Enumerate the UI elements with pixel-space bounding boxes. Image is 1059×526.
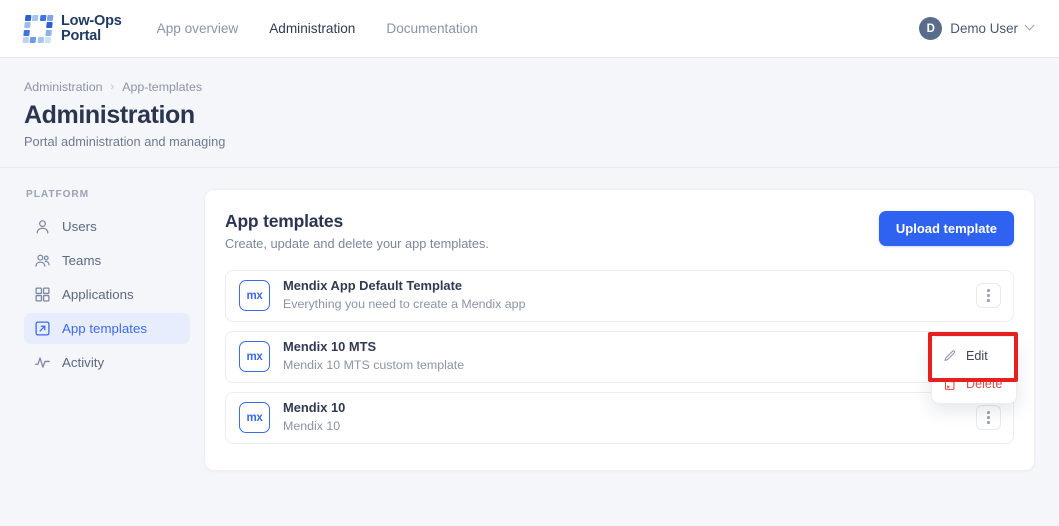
users-icon [35, 254, 50, 267]
card-header: App templates Create, update and delete … [225, 210, 1014, 251]
brand-logo[interactable]: Low-Ops Portal [22, 12, 122, 44]
page-subtitle: Portal administration and managing [24, 133, 226, 149]
template-name: Mendix 10 MTS [283, 339, 377, 355]
page-body: PLATFORM Users Teams Applications App te… [0, 168, 1059, 526]
template-list: mx Mendix App Default Template Everythin… [225, 269, 1014, 444]
template-name: Mendix App Default Template [283, 278, 463, 294]
activity-icon [35, 356, 50, 368]
template-row-mendix-10[interactable]: mx Mendix 10 Mendix 10 [225, 391, 1014, 444]
template-info: Mendix App Default Template Everything y… [283, 278, 525, 313]
sidebar-item-label-app-templates: App templates [62, 320, 148, 336]
user-icon [36, 219, 49, 233]
brand-line-1: Low-Ops [61, 12, 122, 29]
mendix-badge-icon: mx [239, 402, 270, 433]
sidebar-item-label-activity: Activity [62, 354, 105, 370]
brand-name: Low-Ops Portal [61, 12, 122, 44]
sidebar: PLATFORM Users Teams Applications App te… [0, 168, 202, 526]
template-row-mendix-app-default[interactable]: mx Mendix App Default Template Everythin… [225, 269, 1014, 322]
context-menu-item-delete[interactable]: Delete [932, 370, 1016, 398]
sidebar-item-label-users: Users [62, 218, 97, 234]
page-header: Administration › App-templates Administr… [0, 58, 1059, 168]
sidebar-item-label-applications: Applications [62, 286, 134, 302]
top-navigation-bar: Low-Ops Portal App overview Administrati… [0, 0, 1059, 58]
nav-link-app-overview[interactable]: App overview [156, 17, 240, 40]
sidebar-item-app-templates[interactable]: App templates [24, 312, 190, 344]
kebab-menu-icon[interactable] [976, 283, 1001, 308]
upload-template-button[interactable]: Upload template [878, 210, 1014, 246]
card-title: App templates [225, 210, 343, 231]
context-menu-item-edit[interactable]: Edit [932, 342, 1016, 370]
template-description: Mendix 10 MTS custom template [283, 358, 465, 373]
context-menu-label-delete: Delete [966, 377, 1003, 391]
chevron-down-icon [1026, 22, 1035, 31]
avatar: D [919, 17, 943, 40]
template-description: Everything you need to create a Mendix a… [283, 297, 526, 312]
breadcrumb-separator-icon: › [110, 81, 115, 93]
template-row-mendix-10-mts[interactable]: mx Mendix 10 MTS Mendix 10 MTS custom te… [225, 330, 1014, 383]
row-context-menu: Edit Delete [931, 336, 1017, 404]
brand-line-2: Portal [61, 27, 101, 44]
low-ops-logo-icon [22, 14, 54, 43]
mendix-badge-icon: mx [239, 341, 270, 372]
template-description: Mendix 10 [283, 419, 341, 434]
breadcrumb: Administration › App-templates [24, 80, 1035, 94]
grid-icon [35, 286, 50, 302]
sidebar-item-label-teams: Teams [62, 252, 102, 268]
kebab-menu-icon[interactable] [976, 405, 1001, 430]
nav-link-documentation[interactable]: Documentation [385, 17, 478, 40]
template-icon [35, 320, 50, 336]
primary-nav-links: App overview Administration Documentatio… [156, 17, 479, 40]
context-menu-label-edit: Edit [966, 349, 988, 363]
template-info: Mendix 10 Mendix 10 [283, 400, 345, 435]
breadcrumb-item-app-templates[interactable]: App-templates [122, 80, 202, 94]
template-info: Mendix 10 MTS Mendix 10 MTS custom templ… [283, 339, 464, 374]
user-menu[interactable]: D Demo User [919, 17, 1035, 40]
sidebar-item-users[interactable]: Users [24, 211, 190, 242]
user-name-label: Demo User [950, 21, 1018, 36]
trash-icon [944, 378, 955, 390]
sidebar-item-applications[interactable]: Applications [24, 279, 190, 310]
breadcrumb-item-administration[interactable]: Administration [24, 80, 103, 94]
sidebar-item-teams[interactable]: Teams [24, 245, 190, 276]
template-name: Mendix 10 [283, 400, 346, 416]
sidebar-section-label: PLATFORM [26, 188, 90, 200]
nav-link-administration[interactable]: Administration [268, 17, 356, 40]
sidebar-item-activity[interactable]: Activity [24, 347, 190, 378]
mendix-badge-icon: mx [239, 280, 270, 311]
app-templates-card: App templates Create, update and delete … [204, 188, 1035, 471]
card-subtitle: Create, update and delete your app templ… [225, 235, 489, 251]
page-title: Administration [24, 101, 195, 129]
pencil-icon [944, 350, 956, 361]
